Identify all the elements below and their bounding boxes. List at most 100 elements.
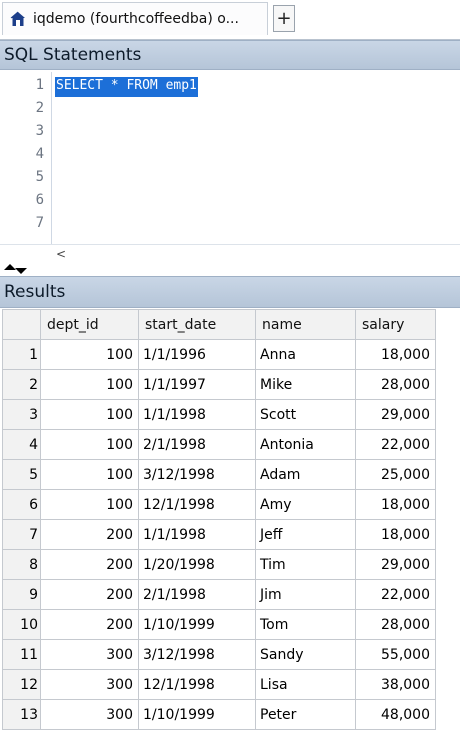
table-row[interactable]: 7 200 1/1/1998 Jeff 18,000 bbox=[2, 519, 436, 550]
new-tab-button[interactable]: + bbox=[273, 5, 295, 32]
results-grid[interactable]: dept_id start_date name salary 1 100 1/1/1… bbox=[2, 309, 460, 741]
salary-cell[interactable]: 29,000 bbox=[355, 549, 436, 580]
name-cell[interactable]: Anna bbox=[255, 339, 356, 370]
dept-id-cell[interactable]: 100 bbox=[40, 489, 139, 520]
start-date-cell[interactable]: 1/1/1998 bbox=[138, 519, 256, 550]
results-table: dept_id start_date name salary 1 100 1/1/1… bbox=[2, 309, 436, 730]
dept-id-cell[interactable]: 200 bbox=[40, 519, 139, 550]
name-cell[interactable]: Scott bbox=[255, 399, 356, 430]
start-date-cell[interactable]: 3/12/1998 bbox=[138, 459, 256, 490]
name-cell[interactable]: Adam bbox=[255, 459, 356, 490]
column-header-dept-id[interactable]: dept_id bbox=[40, 309, 139, 340]
table-row[interactable]: 4 100 2/1/1998 Antonia 22,000 bbox=[2, 429, 436, 460]
panel-splitter[interactable] bbox=[0, 264, 460, 275]
column-header-salary[interactable]: salary bbox=[355, 309, 436, 340]
salary-cell[interactable]: 22,000 bbox=[355, 579, 436, 610]
row-number[interactable]: 12 bbox=[2, 669, 41, 700]
start-date-cell[interactable]: 3/12/1998 bbox=[138, 639, 256, 670]
start-date-cell[interactable]: 1/1/1996 bbox=[138, 339, 256, 370]
editor-horizontal-scrollbar[interactable]: < bbox=[0, 244, 460, 264]
sql-statements-title: SQL Statements bbox=[4, 45, 142, 65]
salary-cell[interactable]: 55,000 bbox=[355, 639, 436, 670]
query-tab[interactable]: iqdemo (fourthcoffeedba) o... bbox=[2, 2, 268, 35]
dept-id-cell[interactable]: 300 bbox=[40, 669, 139, 700]
start-date-cell[interactable]: 1/1/1998 bbox=[138, 399, 256, 430]
name-cell[interactable]: Tim bbox=[255, 549, 356, 580]
dept-id-cell[interactable]: 200 bbox=[40, 549, 139, 580]
sql-editor[interactable]: 1 2 3 4 5 6 7 SELECT * FROM emp1 bbox=[0, 72, 460, 244]
name-cell[interactable]: Mike bbox=[255, 369, 356, 400]
dept-id-cell[interactable]: 200 bbox=[40, 579, 139, 610]
start-date-cell[interactable]: 2/1/1998 bbox=[138, 429, 256, 460]
row-number[interactable]: 4 bbox=[2, 429, 41, 460]
salary-cell[interactable]: 48,000 bbox=[355, 699, 436, 730]
start-date-cell[interactable]: 1/20/1998 bbox=[138, 549, 256, 580]
row-number[interactable]: 1 bbox=[2, 339, 41, 370]
name-cell[interactable]: Tom bbox=[255, 609, 356, 640]
name-cell[interactable]: Jim bbox=[255, 579, 356, 610]
salary-cell[interactable]: 38,000 bbox=[355, 669, 436, 700]
dept-id-cell[interactable]: 100 bbox=[40, 399, 139, 430]
row-number[interactable]: 10 bbox=[2, 609, 41, 640]
dept-id-cell[interactable]: 100 bbox=[40, 339, 139, 370]
salary-cell[interactable]: 28,000 bbox=[355, 609, 436, 640]
line-number: 4 bbox=[35, 146, 44, 162]
row-number[interactable]: 8 bbox=[2, 549, 41, 580]
sql-code-line[interactable]: SELECT * FROM emp1 bbox=[55, 77, 198, 97]
row-number[interactable]: 9 bbox=[2, 579, 41, 610]
collapse-down-icon[interactable] bbox=[15, 268, 27, 274]
table-row[interactable]: 6 100 12/1/1998 Amy 18,000 bbox=[2, 489, 436, 520]
dept-id-cell[interactable]: 200 bbox=[40, 609, 139, 640]
tab-bar: iqdemo (fourthcoffeedba) o... + bbox=[0, 0, 460, 40]
tab-title: iqdemo (fourthcoffeedba) o... bbox=[33, 11, 239, 27]
start-date-cell[interactable]: 2/1/1998 bbox=[138, 579, 256, 610]
start-date-cell[interactable]: 12/1/1998 bbox=[138, 669, 256, 700]
column-header-start-date[interactable]: start_date bbox=[138, 309, 256, 340]
table-row[interactable]: 5 100 3/12/1998 Adam 25,000 bbox=[2, 459, 436, 490]
salary-cell[interactable]: 29,000 bbox=[355, 399, 436, 430]
row-number[interactable]: 3 bbox=[2, 399, 41, 430]
salary-cell[interactable]: 22,000 bbox=[355, 429, 436, 460]
table-row[interactable]: 2 100 1/1/1997 Mike 28,000 bbox=[2, 369, 436, 400]
salary-cell[interactable]: 18,000 bbox=[355, 489, 436, 520]
row-number[interactable]: 6 bbox=[2, 489, 41, 520]
table-row[interactable]: 13 300 1/10/1999 Peter 48,000 bbox=[2, 699, 436, 730]
row-number[interactable]: 13 bbox=[2, 699, 41, 730]
name-cell[interactable]: Jeff bbox=[255, 519, 356, 550]
column-header-name[interactable]: name bbox=[255, 309, 356, 340]
grid-corner[interactable] bbox=[2, 309, 41, 340]
table-row[interactable]: 10 200 1/10/1999 Tom 28,000 bbox=[2, 609, 436, 640]
dept-id-cell[interactable]: 100 bbox=[40, 459, 139, 490]
name-cell[interactable]: Peter bbox=[255, 699, 356, 730]
table-row[interactable]: 1 100 1/1/1996 Anna 18,000 bbox=[2, 339, 436, 370]
table-row[interactable]: 9 200 2/1/1998 Jim 22,000 bbox=[2, 579, 436, 610]
table-row[interactable]: 11 300 3/12/1998 Sandy 55,000 bbox=[2, 639, 436, 670]
dept-id-cell[interactable]: 100 bbox=[40, 369, 139, 400]
table-row[interactable]: 3 100 1/1/1998 Scott 29,000 bbox=[2, 399, 436, 430]
table-row[interactable]: 8 200 1/20/1998 Tim 29,000 bbox=[2, 549, 436, 580]
name-cell[interactable]: Amy bbox=[255, 489, 356, 520]
salary-cell[interactable]: 28,000 bbox=[355, 369, 436, 400]
line-number: 5 bbox=[35, 169, 44, 185]
dept-id-cell[interactable]: 300 bbox=[40, 639, 139, 670]
name-cell[interactable]: Antonia bbox=[255, 429, 356, 460]
home-icon bbox=[10, 11, 25, 26]
row-number[interactable]: 11 bbox=[2, 639, 41, 670]
name-cell[interactable]: Sandy bbox=[255, 639, 356, 670]
salary-cell[interactable]: 18,000 bbox=[355, 339, 436, 370]
dept-id-cell[interactable]: 100 bbox=[40, 429, 139, 460]
scroll-left-icon[interactable]: < bbox=[56, 247, 66, 261]
name-cell[interactable]: Lisa bbox=[255, 669, 356, 700]
salary-cell[interactable]: 18,000 bbox=[355, 519, 436, 550]
start-date-cell[interactable]: 12/1/1998 bbox=[138, 489, 256, 520]
start-date-cell[interactable]: 1/10/1999 bbox=[138, 699, 256, 730]
start-date-cell[interactable]: 1/10/1999 bbox=[138, 609, 256, 640]
table-row[interactable]: 12 300 12/1/1998 Lisa 38,000 bbox=[2, 669, 436, 700]
salary-cell[interactable]: 25,000 bbox=[355, 459, 436, 490]
start-date-cell[interactable]: 1/1/1997 bbox=[138, 369, 256, 400]
line-number: 7 bbox=[35, 215, 44, 231]
row-number[interactable]: 5 bbox=[2, 459, 41, 490]
dept-id-cell[interactable]: 300 bbox=[40, 699, 139, 730]
row-number[interactable]: 2 bbox=[2, 369, 41, 400]
row-number[interactable]: 7 bbox=[2, 519, 41, 550]
